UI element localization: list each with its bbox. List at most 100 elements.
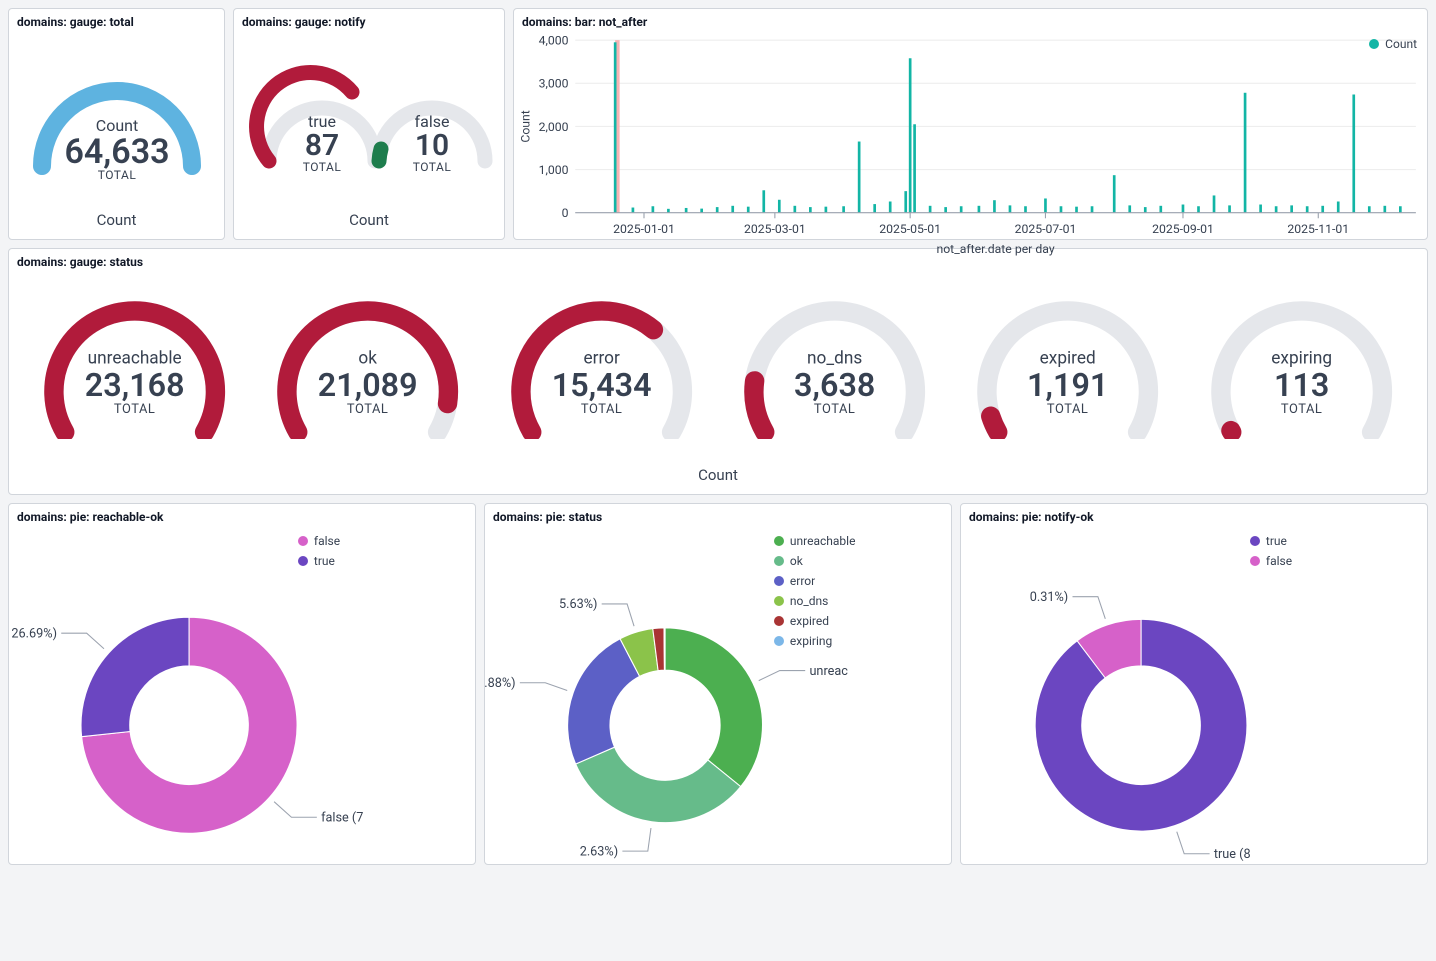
bar[interactable] [716,207,719,213]
bar[interactable] [1337,201,1340,212]
svg-text:not_after.date per day: not_after.date per day [936,242,1054,256]
bar[interactable] [632,208,635,213]
bar[interactable] [858,142,861,213]
bar[interactable] [1352,94,1355,212]
bar[interactable] [809,207,812,213]
bar[interactable] [1024,206,1027,212]
panel-caption: Count [234,207,504,239]
panel-pie-notify[interactable]: domains: pie: notify-ok truefalse true (… [960,503,1428,865]
bar-chart[interactable]: 01,0002,0003,0004,0002025-01-012025-03-0… [514,29,1427,257]
svg-text:64,633: 64,633 [64,132,169,172]
bar[interactable] [1228,205,1231,212]
status-gauge-no_dns[interactable]: no_dns 3,638 TOTAL [727,269,942,462]
bar[interactable] [904,191,907,213]
pie-slice-expiring[interactable] [664,628,665,670]
bar[interactable] [1244,93,1247,213]
bar[interactable] [825,207,828,213]
bar[interactable] [929,206,932,213]
panel-title: domains: gauge: notify [234,9,504,29]
svg-text:TOTAL: TOTAL [413,160,452,174]
status-gauge-unreachable[interactable]: unreachable 23,168 TOTAL [27,269,242,462]
bar[interactable] [667,209,670,213]
svg-text:2025-05-01: 2025-05-01 [879,222,941,236]
svg-text:10: 10 [415,128,449,163]
gauge-no_dns: no_dns 3,638 TOTAL [727,269,942,439]
svg-text:1,000: 1,000 [539,163,569,177]
bar[interactable] [1213,195,1216,212]
bar[interactable] [1259,205,1262,213]
bar[interactable] [652,206,655,212]
bar[interactable] [913,124,916,212]
panel-pie-status[interactable]: domains: pie: status unreachableokerrorn… [484,503,952,865]
dashboard: domains: gauge: total Count 64,633 TOTAL… [0,0,1436,873]
panel-bar-not-after[interactable]: domains: bar: not_after 01,0002,0003,000… [513,8,1428,240]
status-gauge-expiring[interactable]: expiring 113 TOTAL [1194,269,1409,462]
bar[interactable] [1306,206,1309,212]
svg-text:3,638: 3,638 [794,366,875,404]
bar[interactable] [1113,175,1116,213]
bar[interactable] [614,42,617,212]
pie-slice-true[interactable] [81,617,189,736]
bar[interactable] [889,201,892,212]
bar[interactable] [1197,206,1200,212]
status-gauge-error[interactable]: error 15,434 TOTAL [494,269,709,462]
status-gauge-ok[interactable]: ok 21,089 TOTAL [260,269,475,462]
bar[interactable] [1060,206,1063,212]
bar[interactable] [944,207,947,213]
bar[interactable] [842,206,845,212]
bar[interactable] [1144,207,1147,213]
svg-text:TOTAL: TOTAL [1047,402,1089,417]
svg-text:1,191: 1,191 [1027,366,1108,404]
bar[interactable] [762,190,765,212]
panel-gauge-status[interactable]: domains: gauge: status unreachable 23,16… [8,248,1428,495]
pie-chart[interactable]: false (726.69%) [9,524,475,874]
svg-text:2025-03-01: 2025-03-01 [744,222,806,236]
gauge-total: Count 64,633 TOTAL [22,51,212,186]
bar[interactable] [978,206,981,213]
bar[interactable] [1159,206,1162,213]
bar[interactable] [873,204,876,213]
pie-chart[interactable]: true (80.31%) [961,524,1427,874]
bar[interactable] [1383,206,1386,213]
svg-text:2,000: 2,000 [539,120,569,134]
bar[interactable] [1044,198,1047,212]
panel-gauge-total[interactable]: domains: gauge: total Count 64,633 TOTAL… [8,8,225,240]
bar[interactable] [1128,205,1131,212]
bar[interactable] [1399,206,1402,212]
svg-text:2.63%): 2.63%) [580,844,618,859]
panel-title: domains: pie: reachable-ok [9,504,475,524]
pie-chart[interactable]: unreac2.63%)3.88%)5.63%) [485,524,951,874]
bar[interactable] [1182,205,1185,213]
status-gauge-expired[interactable]: expired 1,191 TOTAL [960,269,1175,462]
bar[interactable] [731,206,734,213]
bar[interactable] [1009,205,1012,212]
bar[interactable] [747,207,750,213]
svg-text:Count: Count [519,110,533,142]
svg-text:26.69%): 26.69%) [11,626,57,641]
panel-title: domains: gauge: total [9,9,224,29]
pie-slice-error[interactable] [568,639,640,764]
bar[interactable] [685,208,688,213]
bar[interactable] [960,206,963,212]
pie-slice-unreachable[interactable] [665,628,762,787]
bar[interactable] [909,58,912,212]
bar[interactable] [1091,206,1094,212]
svg-text:2025-01-01: 2025-01-01 [613,222,675,236]
bar[interactable] [1275,206,1278,212]
bar[interactable] [993,200,996,213]
bar[interactable] [793,206,796,213]
bar[interactable] [1075,207,1078,213]
svg-text:23,168: 23,168 [85,366,185,404]
panel-pie-reachable[interactable]: domains: pie: reachable-ok falsetrue fal… [8,503,476,865]
bar[interactable] [778,200,781,213]
bar[interactable] [700,209,703,213]
svg-text:TOTAL: TOTAL [1281,402,1323,417]
bar[interactable] [1368,206,1371,212]
bar[interactable] [1290,205,1293,212]
svg-text:2025-07-01: 2025-07-01 [1015,222,1077,236]
panel-gauge-notify[interactable]: domains: gauge: notify true 87 TOTAL [233,8,505,240]
panel-caption: Count [9,207,224,239]
bar[interactable] [1321,206,1324,213]
gauge-notify: true 87 TOTAL false 10 TOTAL [244,51,494,186]
panel-title: domains: pie: notify-ok [961,504,1427,524]
